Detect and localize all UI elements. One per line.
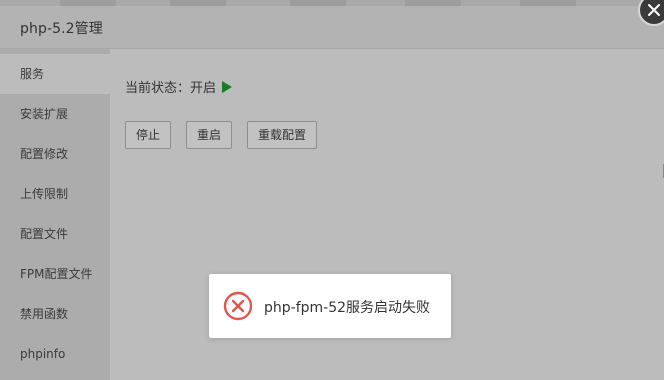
restart-button[interactable]: 重启 <box>186 121 232 149</box>
sidebar-item-install-extension[interactable]: 安装扩展 <box>0 94 110 134</box>
sidebar-item-phpinfo[interactable]: phpinfo <box>0 334 110 374</box>
background-edge-mark <box>660 164 664 178</box>
error-circle-icon <box>223 291 253 321</box>
toast-message: php-fpm-52服务启动失败 <box>264 300 431 316</box>
sidebar-item-config-modify[interactable]: 配置修改 <box>0 134 110 174</box>
status-value: 开启 <box>190 81 217 96</box>
status-row: 当前状态：开启 <box>125 80 233 98</box>
play-icon <box>222 81 233 93</box>
sidebar-item-disabled-functions[interactable]: 禁用函数 <box>0 294 110 334</box>
sidebar-item-upload-limit[interactable]: 上传限制 <box>0 174 110 214</box>
error-toast: php-fpm-52服务启动失败 <box>209 274 451 338</box>
sidebar: 服务 安装扩展 配置修改 上传限制 配置文件 FPM配置文件 禁用函数 phpi… <box>0 49 110 380</box>
status-label: 当前状态： <box>125 81 191 96</box>
reload-config-button[interactable]: 重载配置 <box>247 121 317 149</box>
dialog-title: php-5.2管理 <box>20 21 103 37</box>
dialog-header: php-5.2管理 <box>0 6 664 49</box>
close-icon <box>648 4 660 16</box>
sidebar-item-fpm-config-file[interactable]: FPM配置文件 <box>0 254 110 294</box>
sidebar-item-config-file[interactable]: 配置文件 <box>0 214 110 254</box>
sidebar-item-service[interactable]: 服务 <box>0 54 110 94</box>
stop-button[interactable]: 停止 <box>125 121 171 149</box>
